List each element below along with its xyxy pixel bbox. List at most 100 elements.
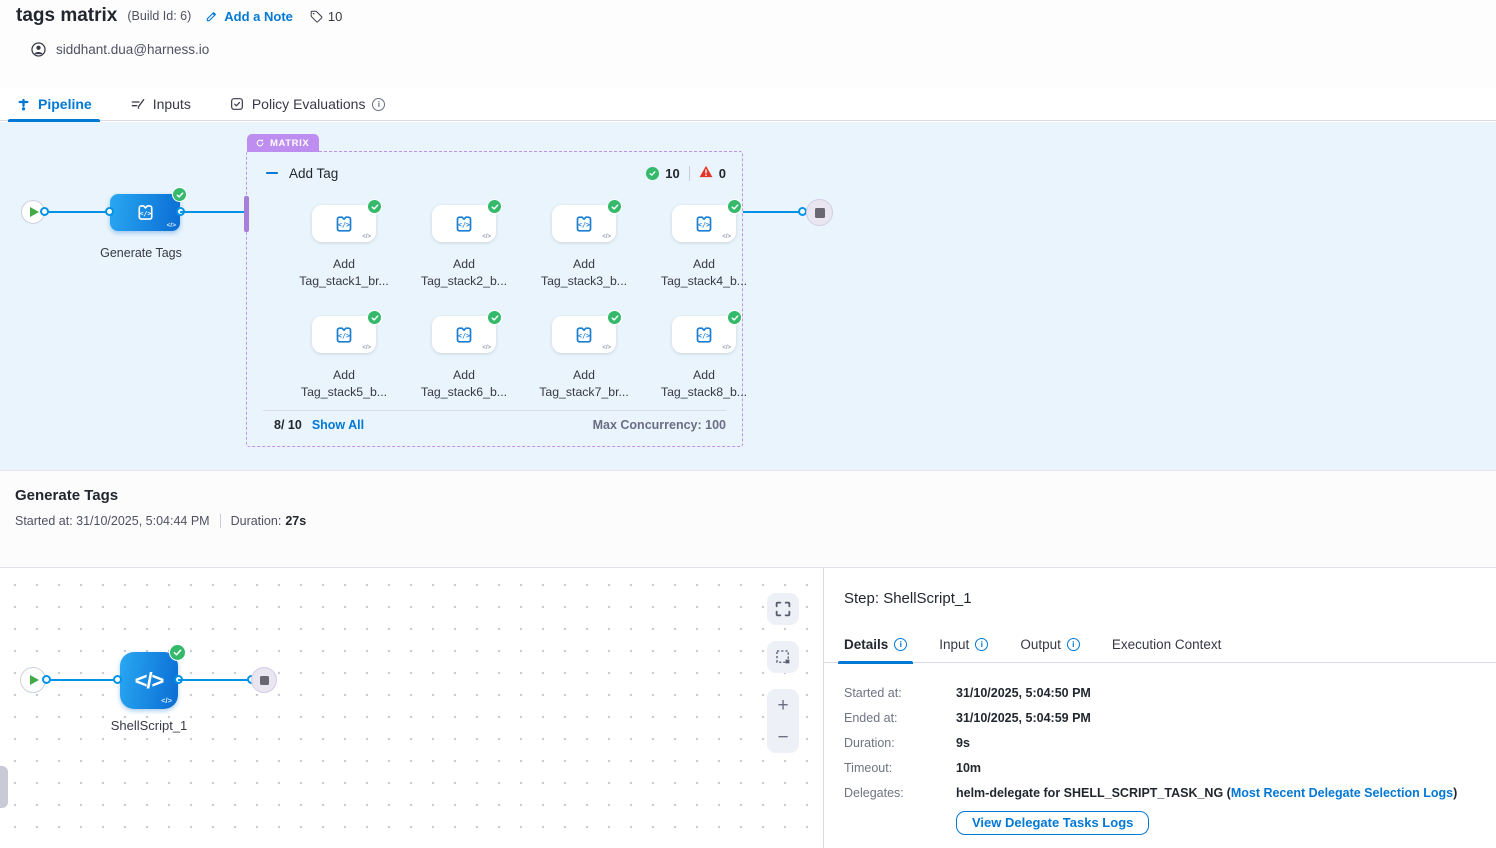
- input-info-icon[interactable]: i: [975, 638, 988, 651]
- delegate-name: helm-delegate for SHELL_SCRIPT_TASK_NG (: [956, 786, 1231, 800]
- detail-row: Duration: 9s: [844, 736, 1476, 750]
- tab-inputs[interactable]: Inputs: [130, 88, 191, 121]
- tag-count: 10: [328, 9, 342, 24]
- matrix-step-label: Add Tag_stack3_b...: [524, 256, 644, 289]
- step-type-glyph: </>: [161, 696, 172, 705]
- step-type-glyph: </>: [602, 234, 611, 240]
- output-info-icon[interactable]: i: [1067, 638, 1080, 651]
- matrix-badge-label: MATRIX: [270, 138, 309, 149]
- shellscript-node-label: ShellScript_1: [79, 718, 219, 733]
- zoom-controls: + −: [767, 689, 799, 753]
- shellscript-step-node[interactable]: </> </>: [120, 652, 178, 709]
- step-type-glyph: </>: [482, 345, 491, 351]
- step-type-glyph: </>: [722, 234, 731, 240]
- tab-pipeline[interactable]: Pipeline: [16, 88, 92, 121]
- shell-script-step-icon: [332, 212, 356, 236]
- details-info-icon[interactable]: i: [894, 638, 907, 651]
- add-note-button[interactable]: Add a Note: [205, 9, 293, 24]
- matrix-step-card[interactable]: </>: [312, 316, 376, 353]
- tab-output[interactable]: Output i: [1020, 626, 1080, 663]
- zoom-out-button[interactable]: −: [767, 721, 799, 753]
- play-icon: [30, 675, 39, 685]
- matrix-step-label: Add Tag_stack8_b...: [644, 367, 764, 400]
- matrix-step-card[interactable]: </>: [552, 205, 616, 242]
- matrix-step-card[interactable]: </>: [552, 316, 616, 353]
- connector-dot: [105, 207, 114, 216]
- tab-execution-context-label: Execution Context: [1112, 637, 1222, 652]
- matrix-group: MATRIX Add Tag 10 0 </> Add Tag_stac: [246, 151, 743, 447]
- edge-start-to-generate: [45, 211, 110, 213]
- step-graph-canvas[interactable]: </> </> ShellScript_1 + −: [0, 568, 823, 848]
- success-badge-icon: [172, 187, 187, 202]
- step-panel-tabs: Details i Input i Output i Execution Con…: [824, 626, 1496, 663]
- page-title: tags matrix: [16, 5, 117, 27]
- policy-info-icon[interactable]: i: [372, 98, 385, 111]
- detail-label: Duration:: [844, 736, 956, 750]
- matrix-progress: 8/ 10: [274, 418, 302, 432]
- failed-count-icon: [699, 165, 713, 181]
- tab-policy-evaluations[interactable]: Policy Evaluations i: [229, 88, 386, 121]
- policy-check-icon: [229, 96, 245, 112]
- tab-execution-context[interactable]: Execution Context: [1112, 626, 1222, 663]
- tag-count-chip[interactable]: 10: [309, 9, 342, 24]
- matrix-cell: </> Add Tag_stack1_br...: [284, 205, 404, 316]
- stop-icon: [815, 208, 825, 218]
- step-type-glyph: </>: [722, 345, 731, 351]
- matrix-step-card[interactable]: </>: [672, 205, 736, 242]
- detail-value: 31/10/2025, 5:04:59 PM: [956, 711, 1091, 725]
- stage-duration-value: 27s: [285, 514, 306, 528]
- tab-input[interactable]: Input i: [939, 626, 988, 663]
- success-badge-icon: [727, 310, 742, 325]
- matrix-step-card[interactable]: </>: [672, 316, 736, 353]
- failed-count: 0: [719, 166, 726, 181]
- edge-generate-to-matrix: [180, 211, 246, 213]
- view-delegate-tasks-logs-button[interactable]: View Delegate Tasks Logs: [956, 811, 1149, 835]
- tab-details[interactable]: Details i: [844, 626, 907, 663]
- shell-script-step-icon: [572, 323, 596, 347]
- fit-to-screen-button[interactable]: [767, 593, 799, 625]
- generate-tags-node-label: Generate Tags: [76, 246, 206, 260]
- delegate-selection-logs-link[interactable]: Most Recent Delegate Selection Logs: [1231, 786, 1453, 800]
- zoom-in-button[interactable]: +: [767, 689, 799, 721]
- tab-pipeline-label: Pipeline: [38, 96, 92, 112]
- collapse-matrix-button[interactable]: [266, 172, 278, 175]
- step-end-node[interactable]: [251, 667, 277, 693]
- stage-summary-section: Generate Tags Started at: 31/10/2025, 5:…: [0, 470, 1496, 566]
- stop-icon: [260, 676, 269, 685]
- select-area-button[interactable]: [767, 641, 799, 673]
- matrix-step-card[interactable]: </>: [432, 316, 496, 353]
- user-avatar-icon: [30, 41, 47, 58]
- panel-drag-handle[interactable]: [0, 766, 8, 808]
- matrix-step-card[interactable]: </>: [312, 205, 376, 242]
- pipeline-end-node[interactable]: [806, 199, 833, 226]
- connector-dot: [42, 675, 51, 684]
- stage-started-at: Started at: 31/10/2025, 5:04:44 PM: [15, 514, 210, 528]
- detail-label: Ended at:: [844, 711, 956, 725]
- detail-row: Ended at: 31/10/2025, 5:04:59 PM: [844, 711, 1476, 725]
- execution-tabbar: Pipeline Inputs Policy Evaluations i: [0, 88, 1496, 121]
- generate-tags-step-node[interactable]: </>: [110, 194, 180, 231]
- edge-step-to-end: [178, 679, 252, 681]
- detail-value: 31/10/2025, 5:04:50 PM: [956, 686, 1091, 700]
- pipeline-icon: [16, 97, 31, 112]
- step-details-body: Started at: 31/10/2025, 5:04:50 PM Ended…: [844, 686, 1476, 835]
- shell-script-step-icon: [692, 323, 716, 347]
- build-id-label: (Build Id: 6): [127, 9, 191, 23]
- divider: [220, 514, 221, 528]
- success-count: 10: [665, 166, 679, 181]
- loop-icon: [255, 138, 265, 148]
- trigger-user-email: siddhant.dua@harness.io: [56, 42, 209, 57]
- shell-script-step-icon: [134, 201, 157, 224]
- detail-value: 9s: [956, 736, 970, 750]
- detail-row: Timeout: 10m: [844, 761, 1476, 775]
- matrix-step-label: Add Tag_stack1_br...: [284, 256, 404, 289]
- success-badge-icon: [607, 199, 622, 214]
- step-type-glyph: </>: [362, 345, 371, 351]
- step-type-glyph: </>: [602, 345, 611, 351]
- detail-label: Timeout:: [844, 761, 956, 775]
- show-all-link[interactable]: Show All: [312, 418, 364, 432]
- matrix-step-label: Add Tag_stack6_b...: [404, 367, 524, 400]
- execution-header: tags matrix (Build Id: 6) Add a Note 10 …: [0, 0, 1496, 88]
- matrix-step-card[interactable]: </>: [432, 205, 496, 242]
- success-count-icon: [646, 167, 659, 180]
